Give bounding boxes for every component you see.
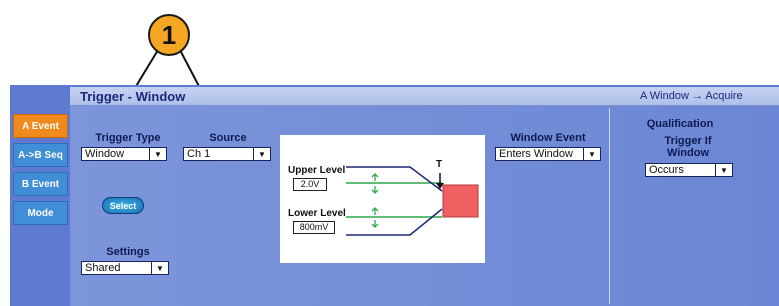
- callout-number: 1: [148, 14, 190, 56]
- window-event-label: Window Event: [510, 132, 586, 144]
- trigger-type-label: Trigger Type: [95, 132, 161, 144]
- settings-label: Settings: [106, 246, 150, 258]
- source-dropdown[interactable]: Ch 1 ▼: [183, 147, 271, 161]
- window-event-value: Enters Window: [499, 148, 573, 160]
- tab-mode[interactable]: Mode: [13, 201, 68, 225]
- tab-a-b-seq[interactable]: A->B Seq: [13, 143, 68, 167]
- lower-level-value[interactable]: 800mV: [293, 221, 335, 234]
- window-diagram-graphic: [346, 166, 479, 236]
- window-title: Trigger - Window: [80, 89, 186, 104]
- chevron-down-icon: ▼: [151, 262, 168, 274]
- qualification-divider: [609, 108, 610, 304]
- tab-b-event[interactable]: B Event: [13, 172, 68, 196]
- window-event-dropdown[interactable]: Enters Window ▼: [495, 147, 601, 161]
- upper-level-value[interactable]: 2.0V: [293, 178, 327, 191]
- source-value: Ch 1: [187, 148, 211, 160]
- chevron-down-icon: ▼: [253, 148, 270, 160]
- tab-a-event[interactable]: A Event: [13, 114, 68, 138]
- trigger-type-value: Window: [85, 148, 125, 160]
- upper-level-label: Upper Level: [288, 165, 346, 176]
- trigger-marker: T: [436, 159, 443, 170]
- chevron-down-icon: ▼: [149, 148, 166, 160]
- chevron-down-icon: ▼: [583, 148, 600, 160]
- lower-level-label: Lower Level: [288, 208, 346, 219]
- settings-dropdown[interactable]: Shared ▼: [81, 261, 169, 275]
- window-levels-diagram: T Upper Level 2.0V Lower Level 800mV: [280, 135, 485, 263]
- select-button[interactable]: Select: [102, 197, 144, 214]
- chevron-down-icon: ▼: [715, 164, 732, 176]
- qualification-heading: Qualification: [646, 118, 714, 130]
- trigger-if-window-label: Trigger If Window: [664, 135, 712, 159]
- trigger-status: A Window → Acquire: [640, 90, 743, 102]
- settings-value: Shared: [85, 262, 121, 274]
- source-label: Source: [209, 132, 247, 144]
- qualification-value: Occurs: [649, 164, 684, 176]
- qualification-dropdown[interactable]: Occurs ▼: [645, 163, 733, 177]
- trigger-type-dropdown[interactable]: Window ▼: [81, 147, 167, 161]
